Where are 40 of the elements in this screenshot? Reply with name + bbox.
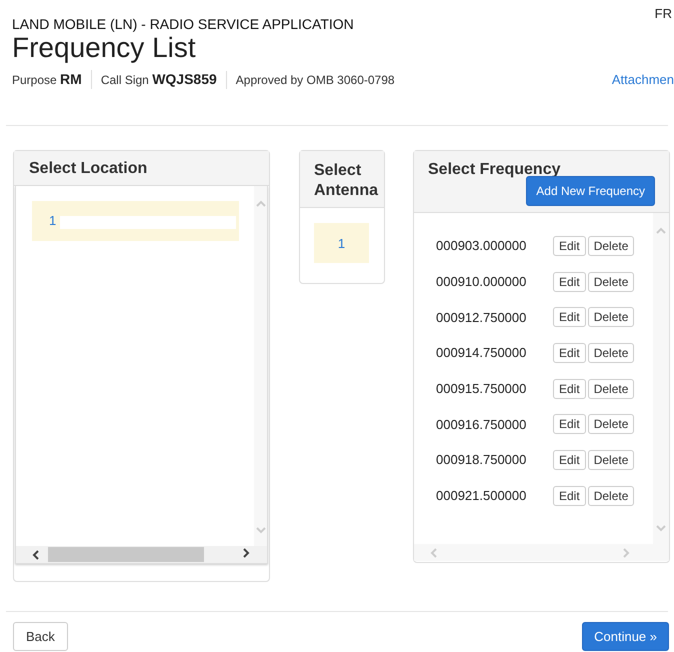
antenna-item[interactable]: 1 (314, 223, 369, 263)
frequency-value: 000918.750000 (436, 452, 528, 468)
edit-button[interactable]: Edit (553, 307, 586, 328)
delete-button[interactable]: Delete (588, 342, 634, 363)
corner-text: FR (654, 6, 672, 21)
delete-button[interactable]: Delete (588, 236, 634, 256)
delete-button[interactable]: Delete (588, 307, 634, 328)
panel-title: Select Antenna (300, 151, 384, 208)
delete-button[interactable]: Delete (588, 272, 634, 292)
delete-button[interactable]: Delete (588, 378, 634, 399)
delete-button[interactable]: Delete (588, 486, 634, 506)
frequency-value: 000912.750000 (436, 310, 528, 325)
edit-button[interactable]: Edit (553, 342, 586, 363)
meta-item: Call Sign WQJS859 (90, 70, 226, 89)
attachments-link[interactable]: Attachmen (612, 72, 674, 87)
add-frequency-button[interactable]: Add New Frequency (526, 176, 655, 206)
continue-button[interactable]: Continue » (582, 622, 669, 651)
delete-button[interactable]: Delete (588, 450, 634, 470)
edit-button[interactable]: Edit (553, 272, 586, 292)
frequency-value: 000903.000000 (436, 238, 528, 254)
scrollbar-thumb[interactable] (48, 547, 204, 562)
frequency-value: 000915.750000 (436, 381, 528, 396)
meta-item: Purpose RM (12, 70, 83, 89)
panel-title: Select Frequency (428, 161, 562, 179)
edit-button[interactable]: Edit (553, 414, 586, 434)
frequency-value: 000916.750000 (436, 416, 528, 432)
edit-button[interactable]: Edit (553, 378, 586, 399)
frequency-value: 000914.750000 (436, 345, 528, 360)
edit-button[interactable]: Edit (553, 486, 586, 506)
frequency-value: 000910.000000 (436, 274, 528, 290)
edit-button[interactable]: Edit (553, 236, 586, 256)
page-title: Frequency List (12, 32, 197, 64)
location-item[interactable]: 1 (32, 201, 239, 241)
panel-title: Select Location (14, 151, 269, 186)
back-button[interactable]: Back (13, 622, 68, 651)
delete-button[interactable]: Delete (588, 414, 634, 434)
frequency-value: 000921.500000 (436, 488, 528, 504)
edit-button[interactable]: Edit (553, 450, 586, 470)
form-subtitle: LAND MOBILE (LN) - RADIO SERVICE APPLICATION (12, 16, 355, 32)
meta-item: Approved by OMB 3060-0798 (226, 70, 404, 88)
